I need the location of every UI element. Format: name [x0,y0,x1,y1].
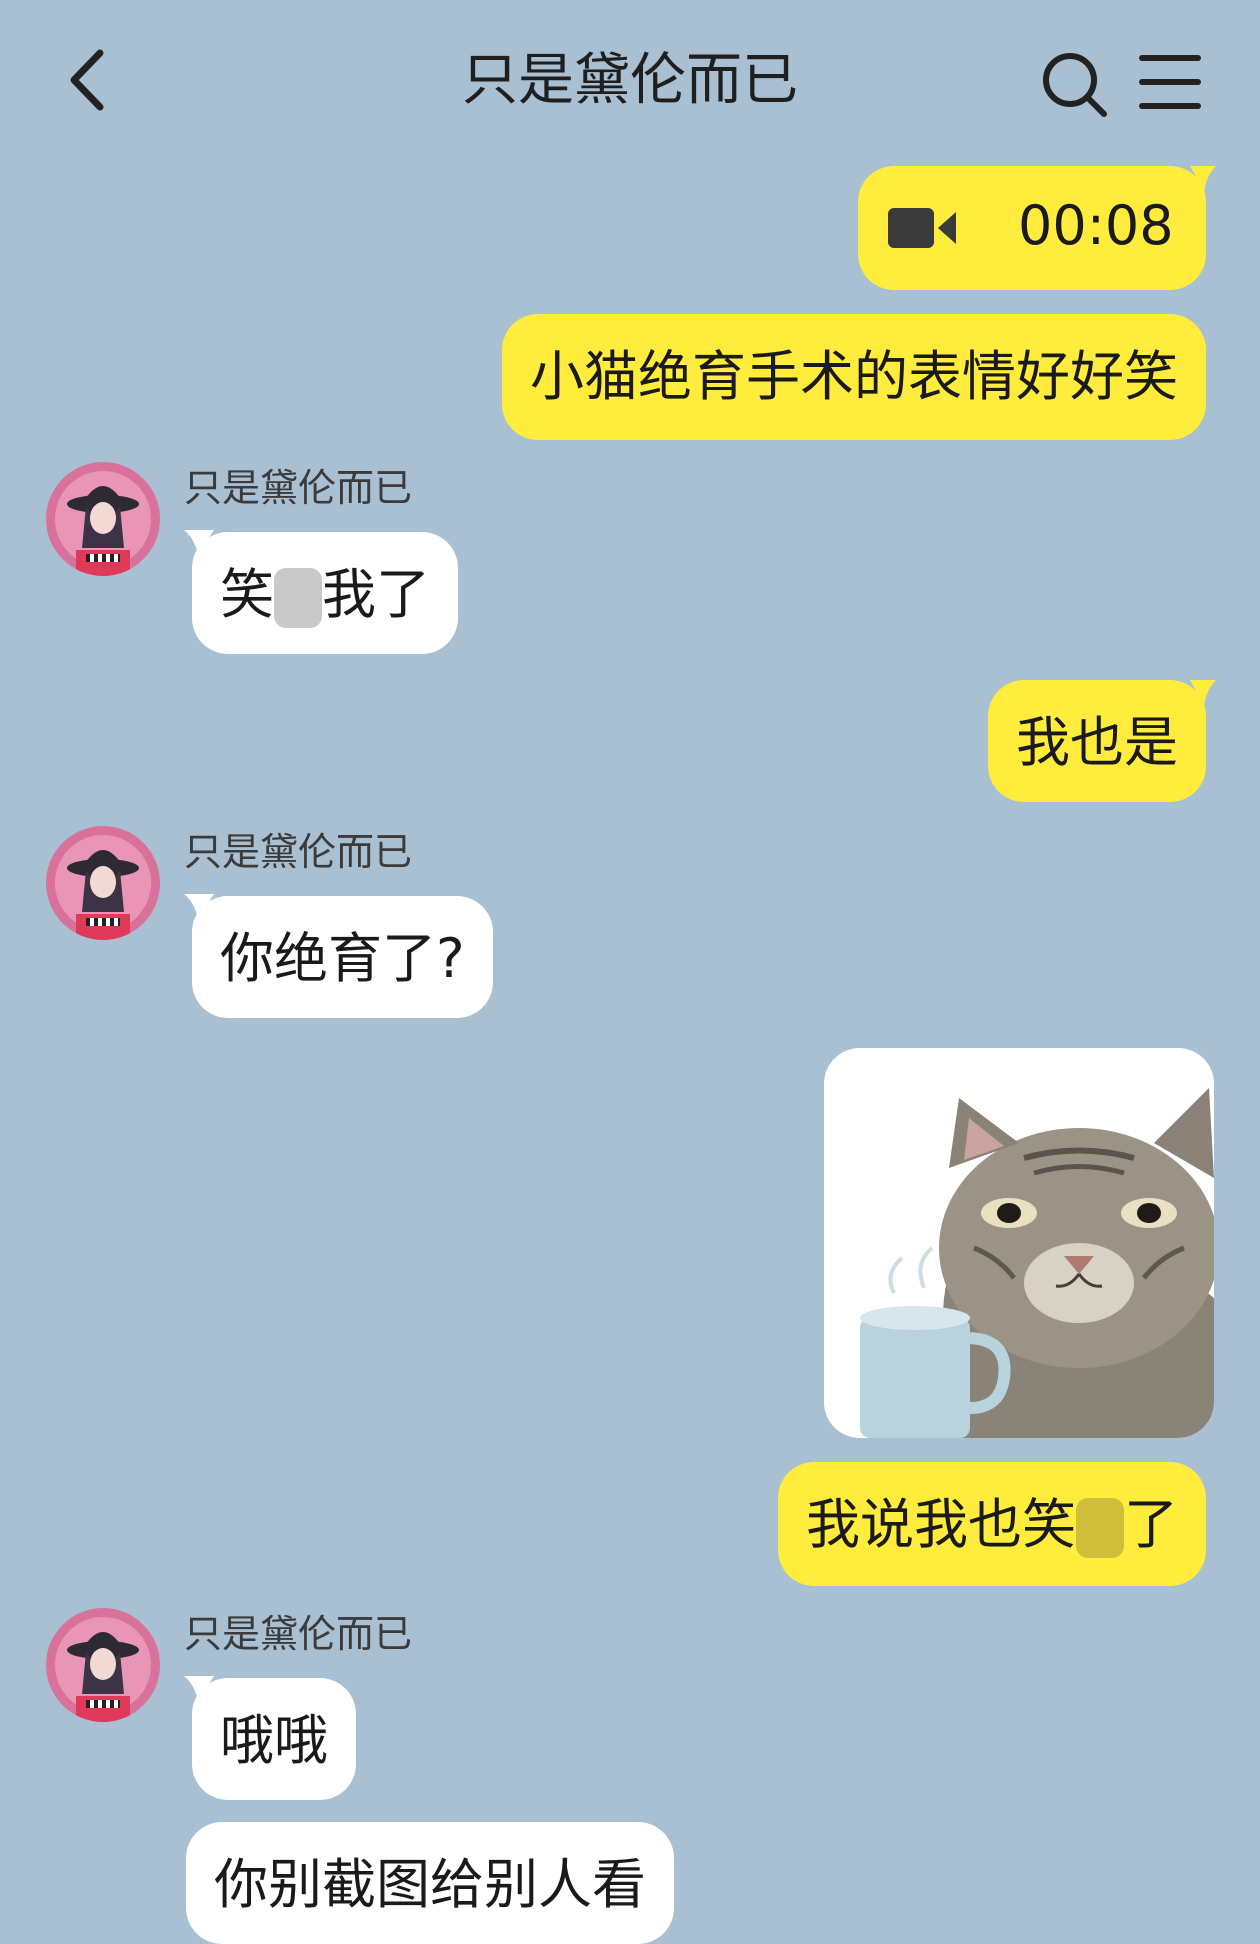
search-icon [1043,53,1107,117]
message-text-part: 笑 [220,563,274,626]
message-text: 小猫绝育手术的表情好好笑 [530,345,1178,408]
outgoing-message[interactable]: 小猫绝育手术的表情好好笑 [502,314,1206,440]
incoming-message[interactable]: 笑我了 [192,532,458,654]
avatar[interactable] [46,826,160,940]
blurred-text [1076,1498,1124,1559]
chat-header: 只是黛伦而已 [0,0,1260,160]
incoming-message[interactable]: 你别截图给别人看 [186,1822,674,1944]
outgoing-message[interactable]: 我也是 [988,680,1206,802]
search-button[interactable] [1040,50,1110,120]
bubble-tail [1190,680,1216,706]
message-text-part: 我说我也笑 [806,1493,1076,1556]
incoming-message[interactable]: 哦哦 [192,1678,356,1800]
menu-icon [1139,55,1201,109]
outgoing-message[interactable]: 我说我也笑了 [778,1462,1206,1586]
avatar[interactable] [46,1608,160,1722]
avatar[interactable] [46,462,160,576]
video-call-bubble[interactable]: 00:08 [858,166,1206,290]
blurred-text [274,568,322,629]
message-text-part: 我了 [322,563,430,626]
message-text: 你绝育了? [220,927,465,990]
cat-with-cup-image [824,1048,1214,1438]
sender-name: 只是黛伦而已 [184,830,413,874]
sender-name: 只是黛伦而已 [184,1612,413,1656]
avatar-image [46,1608,160,1722]
avatar-image [46,826,160,940]
cat-sticker[interactable] [824,1048,1214,1438]
message-text: 我也是 [1016,711,1178,774]
call-duration: 00:08 [1018,194,1174,257]
message-text: 你别截图给别人看 [214,1853,646,1916]
avatar-image [46,462,160,576]
message-text-part: 了 [1124,1493,1178,1556]
sender-name: 只是黛伦而已 [184,466,413,510]
bubble-tail [1190,166,1216,192]
message-text: 哦哦 [220,1709,328,1772]
video-camera-icon [888,208,956,248]
incoming-message[interactable]: 你绝育了? [192,896,493,1018]
menu-button[interactable] [1138,52,1202,112]
